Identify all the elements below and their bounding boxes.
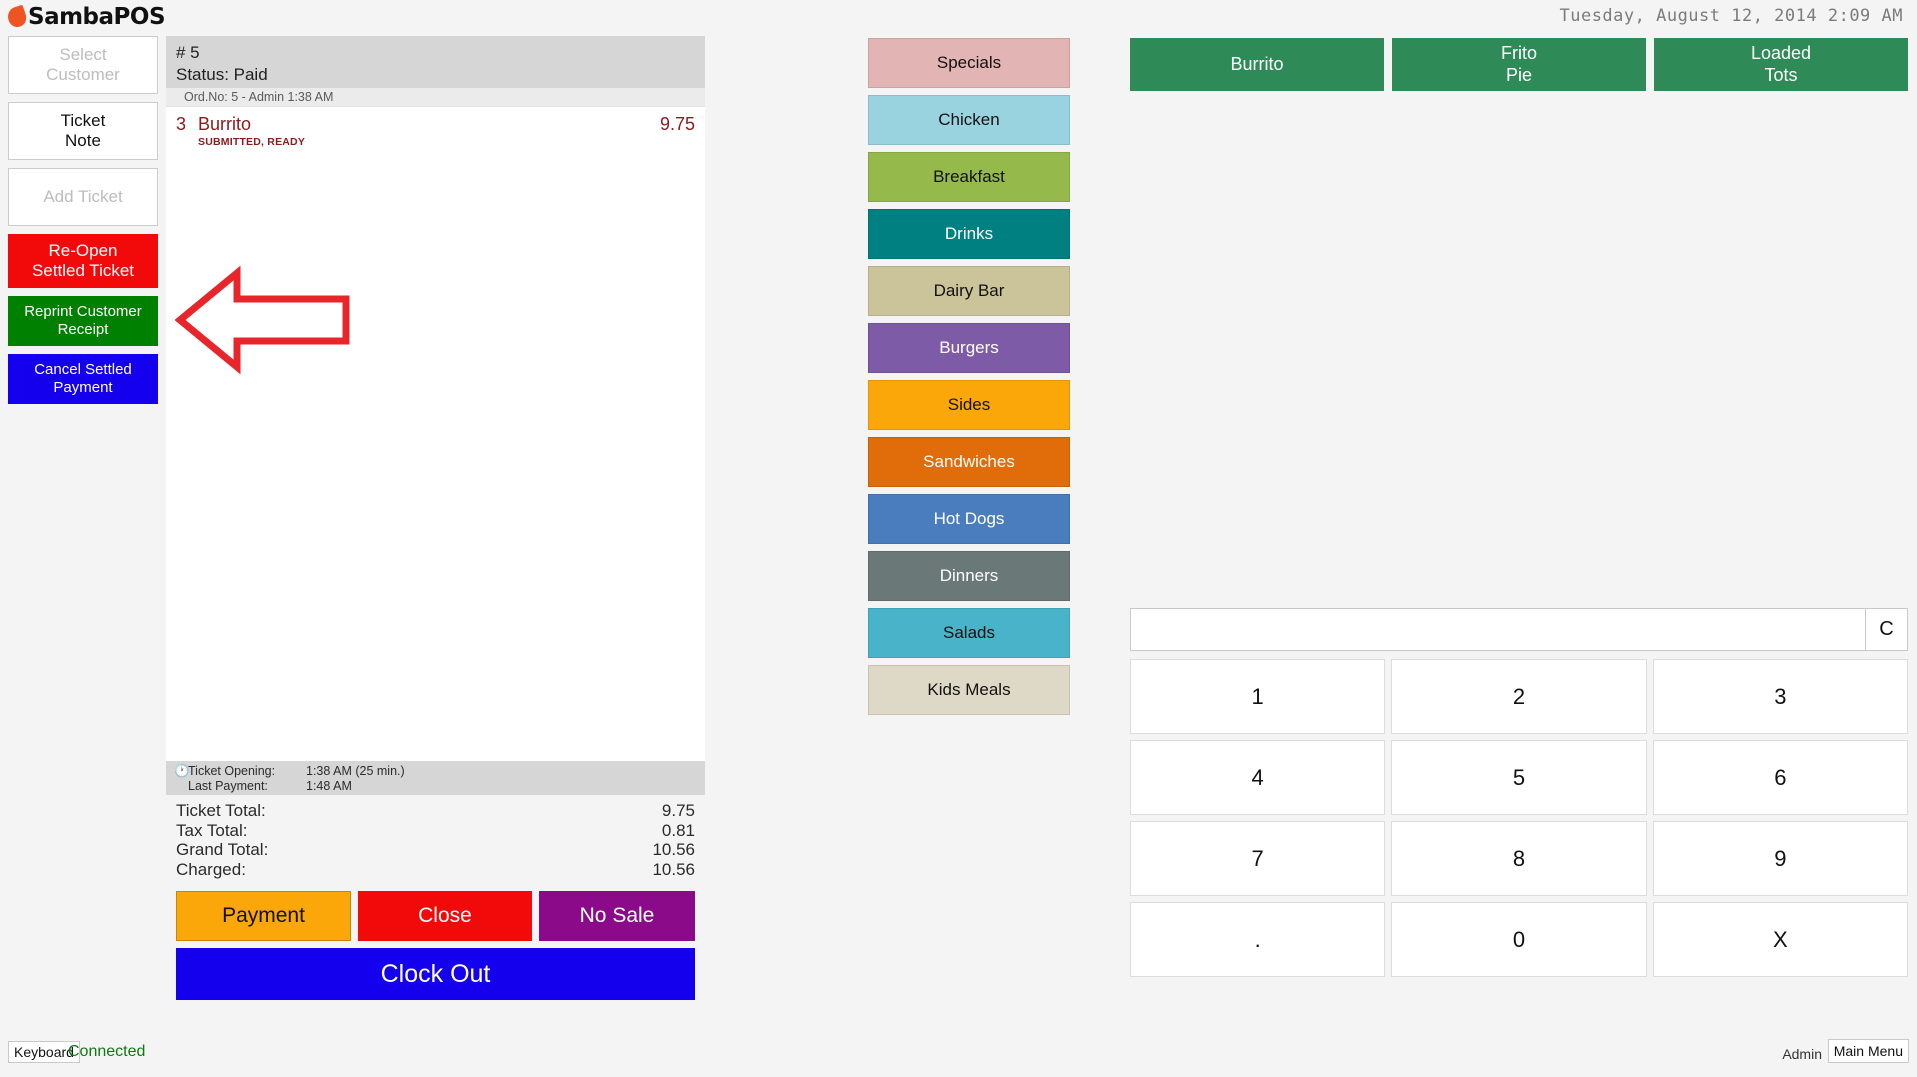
payment-button[interactable]: Payment	[176, 891, 351, 941]
numpad-key-0[interactable]: 0	[1391, 902, 1647, 977]
ticket-panel: # 5 Status: Paid Ord.No: 5 - Admin 1:38 …	[166, 36, 705, 1010]
ticket-note-button[interactable]: Ticket Note	[8, 102, 158, 160]
pos-application: SambaPOS Tuesday, August 12, 2014 2:09 A…	[0, 0, 1917, 1077]
annotation-arrow-left-icon	[174, 265, 350, 375]
category-hot-dogs[interactable]: Hot Dogs	[868, 494, 1070, 544]
category-burgers[interactable]: Burgers	[868, 323, 1070, 373]
numpad-key-decimal[interactable]: .	[1130, 902, 1386, 977]
numpad-key-multiply[interactable]: X	[1652, 902, 1908, 977]
category-chicken[interactable]: Chicken	[868, 95, 1070, 145]
order-quantity: 3	[176, 114, 187, 134]
ticket-status: Status: Paid	[176, 65, 268, 85]
add-ticket-button[interactable]: Add Ticket	[8, 168, 158, 226]
brand-name: SambaPOS	[28, 4, 166, 30]
grand-total-value: 10.56	[652, 840, 695, 859]
ticket-total-value: 9.75	[661, 801, 695, 820]
clock-icon: 🕐	[174, 764, 190, 778]
numpad-key-6[interactable]: 6	[1652, 740, 1908, 815]
product-button-grid: Burrito Frito Pie Loaded Tots	[1130, 38, 1908, 91]
numpad-panel: C 1 2 3 4 5 6 7 8 9 . 0 X	[1130, 608, 1908, 977]
command-button-column: Select Customer Ticket Note Add Ticket R…	[8, 36, 158, 412]
ticket-time-info: 🕐 Ticket Opening: 1:38 AM (25 min.) Last…	[166, 761, 705, 795]
numpad-key-8[interactable]: 8	[1391, 821, 1647, 896]
tax-total-row: Tax Total: 0.81	[176, 821, 695, 841]
last-payment-label: Last Payment:	[188, 779, 268, 793]
category-breakfast[interactable]: Breakfast	[868, 152, 1070, 202]
product-loaded-tots[interactable]: Loaded Tots	[1654, 38, 1908, 91]
order-price: 9.75	[659, 114, 695, 134]
no-sale-button[interactable]: No Sale	[539, 891, 695, 941]
category-dinners[interactable]: Dinners	[868, 551, 1070, 601]
category-dairy-bar[interactable]: Dairy Bar	[868, 266, 1070, 316]
top-bar: SambaPOS Tuesday, August 12, 2014 2:09 A…	[0, 0, 1917, 34]
cancel-settled-payment-button[interactable]: Cancel Settled Payment	[8, 354, 158, 404]
charged-row: Charged: 10.56	[176, 860, 695, 880]
reprint-customer-receipt-button[interactable]: Reprint Customer Receipt	[8, 296, 158, 346]
category-kids-meals[interactable]: Kids Meals	[868, 665, 1070, 715]
ticket-order-info: Ord.No: 5 - Admin 1:38 AM	[166, 88, 705, 107]
ticket-action-buttons: Payment Close No Sale	[176, 891, 695, 941]
current-user-label: Admin	[1782, 1046, 1822, 1062]
tax-total-label: Tax Total:	[176, 820, 248, 840]
order-state: SUBMITTED, READY	[198, 136, 306, 148]
ticket-totals: Ticket Total: 9.75 Tax Total: 0.81 Grand…	[166, 795, 705, 1000]
date-time-display: Tuesday, August 12, 2014 2:09 AM	[1559, 6, 1903, 26]
app-logo: SambaPOS	[5, 4, 166, 30]
category-list: Specials Chicken Breakfast Drinks Dairy …	[868, 38, 1070, 722]
reopen-settled-ticket-button[interactable]: Re-Open Settled Ticket	[8, 234, 158, 288]
charged-value: 10.56	[652, 859, 695, 879]
numpad-key-grid: 1 2 3 4 5 6 7 8 9 . 0 X	[1130, 659, 1908, 977]
numpad-clear-button[interactable]: C	[1866, 608, 1908, 651]
numpad-key-5[interactable]: 5	[1391, 740, 1647, 815]
tax-total-value: 0.81	[661, 820, 695, 840]
time-spacer	[174, 779, 188, 794]
ticket-opening-label: Ticket Opening:	[188, 764, 276, 778]
grand-total-label: Grand Total:	[176, 840, 269, 859]
numpad-key-3[interactable]: 3	[1652, 659, 1908, 734]
ticket-order-list: 3 Burrito 9.75 SUBMITTED, READY	[166, 107, 705, 761]
ticket-total-label: Ticket Total:	[176, 801, 266, 820]
category-salads[interactable]: Salads	[868, 608, 1070, 658]
ticket-total-row: Ticket Total: 9.75	[176, 801, 695, 821]
category-sides[interactable]: Sides	[868, 380, 1070, 430]
category-sandwiches[interactable]: Sandwiches	[868, 437, 1070, 487]
connection-status: Connected	[68, 1043, 146, 1060]
numpad-input[interactable]	[1130, 608, 1866, 651]
numpad-key-4[interactable]: 4	[1130, 740, 1386, 815]
main-menu-button[interactable]: Main Menu	[1827, 1039, 1909, 1063]
category-specials[interactable]: Specials	[868, 38, 1070, 88]
product-burrito[interactable]: Burrito	[1130, 38, 1384, 91]
numpad-key-9[interactable]: 9	[1652, 821, 1908, 896]
category-drinks[interactable]: Drinks	[868, 209, 1070, 259]
product-frito-pie[interactable]: Frito Pie	[1392, 38, 1646, 91]
flame-logo-icon	[5, 4, 29, 30]
close-button[interactable]: Close	[358, 891, 532, 941]
grand-total-row: Grand Total: 10.56	[176, 840, 695, 860]
ticket-number: # 5	[176, 43, 200, 62]
last-payment-value: 1:48 AM	[306, 779, 352, 793]
numpad-display-row: C	[1130, 608, 1908, 651]
ticket-opening-value: 1:38 AM (25 min.)	[306, 764, 405, 778]
select-customer-button[interactable]: Select Customer	[8, 36, 158, 94]
numpad-key-7[interactable]: 7	[1130, 821, 1386, 896]
numpad-key-2[interactable]: 2	[1391, 659, 1647, 734]
charged-label: Charged:	[176, 859, 246, 879]
ticket-header: # 5 Status: Paid	[166, 36, 705, 88]
order-name: Burrito	[198, 114, 252, 134]
order-line-item[interactable]: 3 Burrito 9.75 SUBMITTED, READY	[166, 107, 705, 148]
clock-out-button[interactable]: Clock Out	[176, 948, 695, 1000]
numpad-key-1[interactable]: 1	[1130, 659, 1386, 734]
